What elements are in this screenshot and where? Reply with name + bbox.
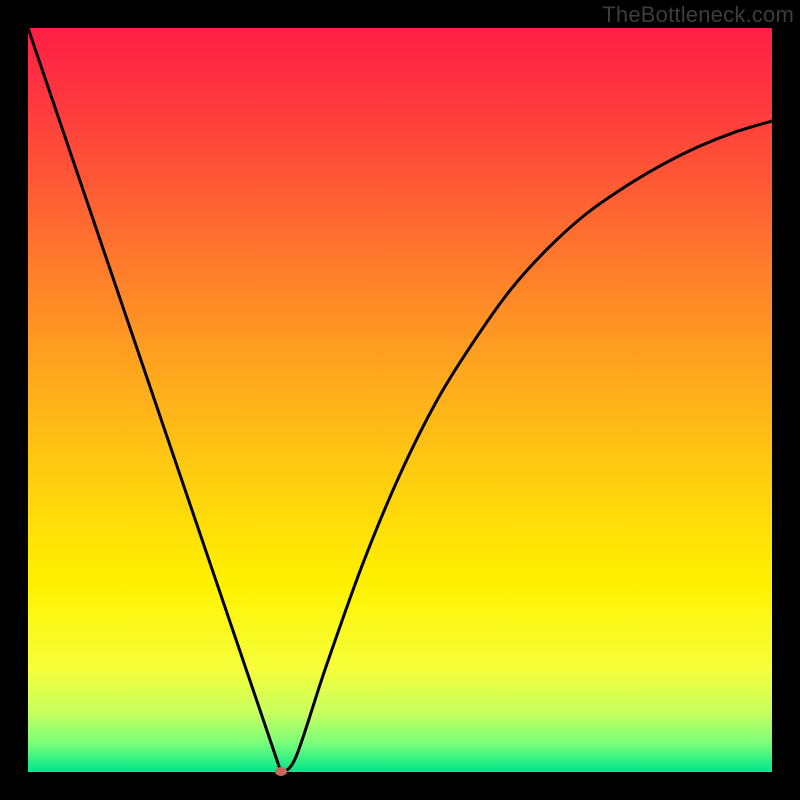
plot-area: [28, 28, 772, 772]
watermark-text: TheBottleneck.com: [602, 2, 794, 28]
optimal-point-marker: [275, 767, 287, 776]
gradient-background: [28, 28, 772, 772]
